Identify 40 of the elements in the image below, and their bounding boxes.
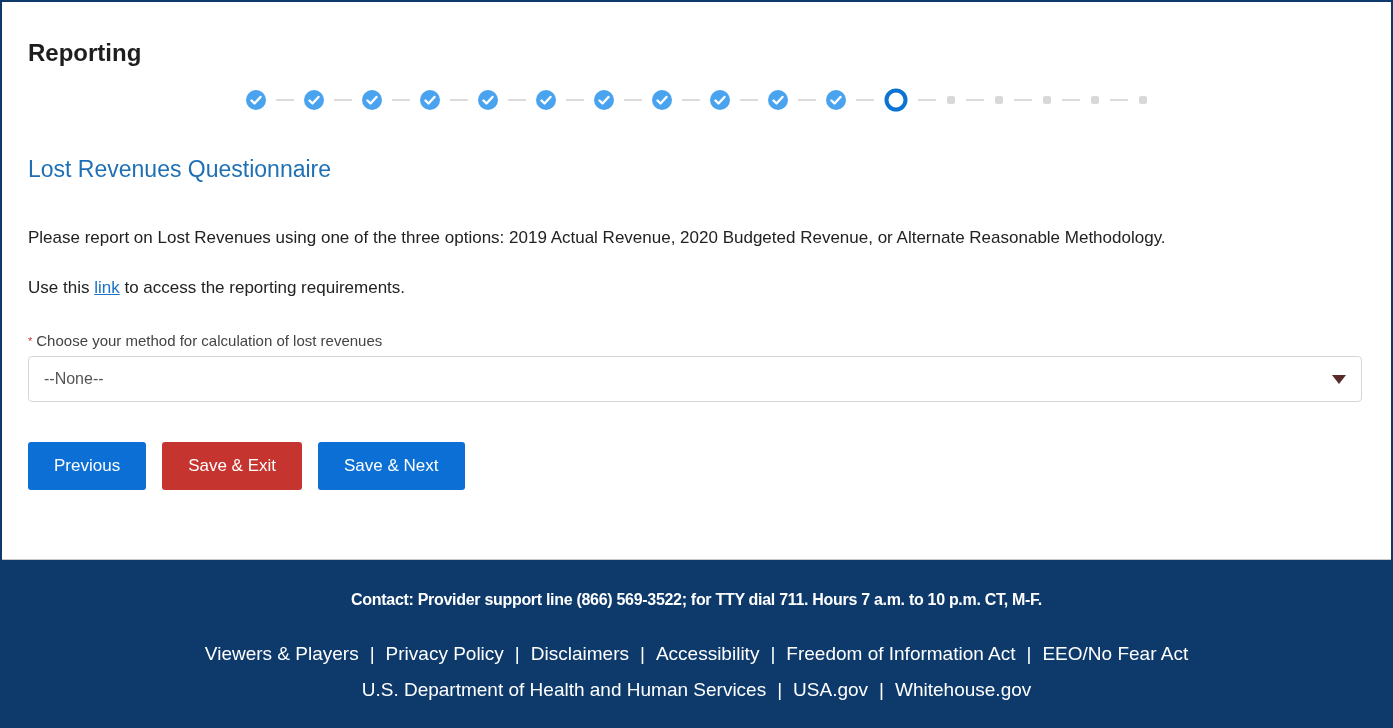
link-separator: | (770, 642, 776, 666)
check-step-icon[interactable] (825, 90, 846, 110)
link-separator: | (639, 642, 645, 666)
method-dropdown[interactable]: --None-- (28, 356, 1362, 402)
form-button[interactable]: Save & Exit (162, 442, 302, 490)
requirements-link[interactable]: link (94, 278, 120, 297)
form-button[interactable]: Save & Next (318, 442, 465, 490)
link-separator: | (514, 642, 520, 666)
current-step-icon[interactable] (883, 88, 908, 112)
section-title: Lost Revenues Questionnaire (28, 155, 332, 183)
link-separator: | (369, 642, 375, 666)
check-step-icon[interactable] (535, 90, 556, 110)
footer-link[interactable]: EEO/No Fear Act (1042, 643, 1189, 666)
check-step-icon[interactable] (361, 90, 382, 110)
footer-link[interactable]: Whitehouse.gov (895, 678, 1032, 701)
footer-link[interactable]: Accessibility (655, 643, 760, 666)
intro-paragraph: Please report on Lost Revenues using one of the three options: 2019 Actual Revenue, 2020 Budgeted Revenue, or Alternate Reasonable Methodology. (28, 227, 1167, 249)
footer-link[interactable]: Viewers & Players (204, 643, 359, 666)
link-separator: | (777, 677, 783, 702)
check-step-icon[interactable] (709, 90, 730, 110)
caret-icon (1332, 374, 1346, 384)
contact-text: Contact: Provider support line (866) 569-3522; for TTY dial 711. Hours 7 a.m. to 10 p.m. CT, M-F. (351, 590, 1042, 610)
form-button[interactable]: Previous (28, 442, 147, 490)
footer-link[interactable]: Disclaimers (530, 643, 629, 666)
link-separator: | (879, 677, 885, 702)
link-sentence: Use this link to access the reporting requirements. (28, 277, 406, 299)
check-step-icon[interactable] (593, 90, 614, 110)
footer-link[interactable]: Privacy Policy (385, 643, 504, 666)
check-step-icon[interactable] (651, 90, 672, 110)
check-step-icon[interactable] (477, 90, 498, 110)
page-title: Reporting (28, 38, 142, 68)
check-step-icon[interactable] (245, 90, 266, 110)
footer-link[interactable]: USA.gov (793, 678, 869, 701)
field-label: * Choose your method for calculation of lost revenues (28, 332, 383, 350)
check-step-icon[interactable] (767, 90, 788, 110)
check-step-icon[interactable] (419, 90, 440, 110)
link-separator: | (1026, 642, 1032, 666)
footer-link[interactable]: Freedom of Information Act (786, 643, 1016, 666)
footer-link[interactable]: U.S. Department of Health and Human Services (361, 678, 767, 701)
check-step-icon[interactable] (303, 90, 324, 110)
